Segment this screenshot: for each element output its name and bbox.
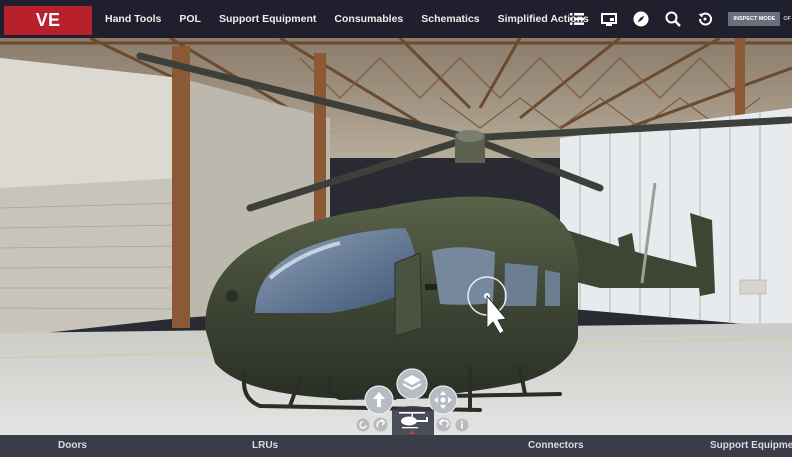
category-doors[interactable]: Doors [58, 435, 87, 457]
info-icon[interactable] [455, 418, 469, 432]
undo-icon[interactable] [436, 417, 451, 432]
3d-viewport[interactable] [0, 38, 792, 435]
category-lrus[interactable]: LRUs [252, 435, 278, 457]
compass-icon[interactable] [628, 0, 654, 38]
list-icon[interactable] [564, 0, 590, 38]
inspect-mode-toggle[interactable]: INSPECT MODE [728, 12, 781, 26]
menu-support-equipment[interactable]: Support Equipment [210, 13, 325, 25]
search-icon[interactable] [660, 0, 686, 38]
menu-consumables[interactable]: Consumables [325, 13, 412, 25]
app-logo: VE STUDIO [4, 6, 92, 59]
menu-pol[interactable]: POL [170, 13, 210, 25]
reset-icon[interactable] [692, 0, 718, 38]
toolbar: INSPECT MODE OF [564, 0, 792, 38]
category-connectors[interactable]: Connectors [528, 435, 584, 457]
main-menu: Hand Tools POL Support Equipment Consuma… [96, 0, 598, 38]
menu-schematics[interactable]: Schematics [412, 13, 488, 25]
top-menu-bar: VE STUDIO Hand Tools POL Support Equipme… [0, 0, 792, 59]
monitor-icon[interactable] [596, 0, 622, 38]
rotate-left-icon[interactable] [356, 418, 370, 432]
menu-hand-tools[interactable]: Hand Tools [96, 13, 170, 25]
lift-icon[interactable] [364, 385, 394, 415]
inspect-mode-state: OF [783, 16, 791, 22]
layers-icon[interactable] [396, 368, 428, 400]
rotate-right-icon[interactable] [373, 417, 388, 432]
helicopter-view-icon[interactable] [392, 404, 434, 435]
category-bar: Doors LRUs Connectors Support Equipment [0, 435, 792, 457]
category-support-equipment[interactable]: Support Equipment [710, 435, 792, 457]
